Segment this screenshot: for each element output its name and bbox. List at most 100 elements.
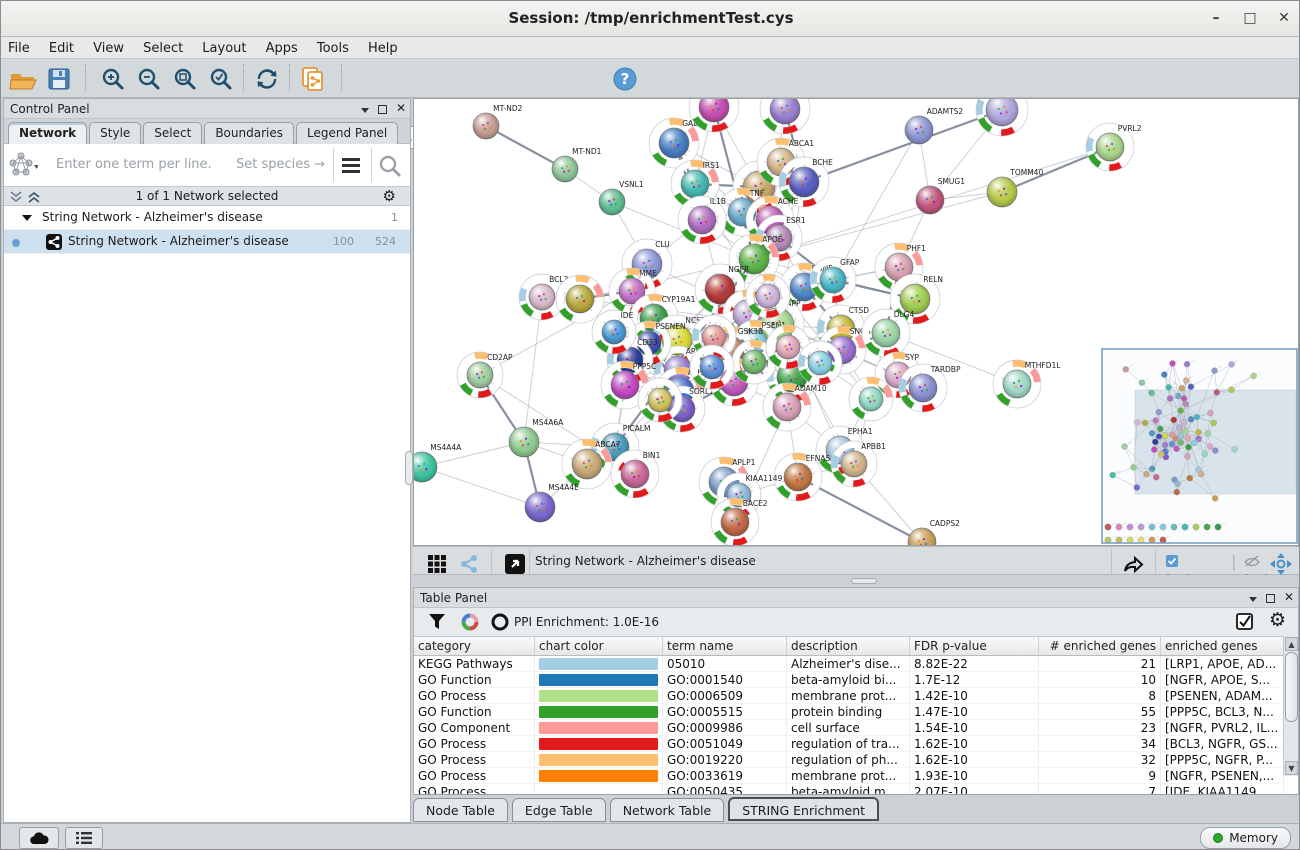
column-header-2[interactable]: term name bbox=[663, 637, 787, 655]
collection-row[interactable]: String Network - Alzheimer's disease 1 bbox=[4, 206, 410, 230]
close-button[interactable]: ✕ bbox=[1271, 7, 1297, 29]
network-node[interactable]: TOMM40 bbox=[987, 168, 1043, 207]
network-node[interactable] bbox=[746, 274, 790, 318]
network-node[interactable]: IDE bbox=[592, 310, 636, 354]
tab-boundaries[interactable]: Boundaries bbox=[204, 122, 294, 144]
close-panel-icon[interactable]: ✕ bbox=[1284, 590, 1294, 604]
zoom-fit-button[interactable] bbox=[169, 63, 201, 94]
network-node[interactable]: CADPS2 bbox=[908, 519, 960, 545]
scrollbar-thumb[interactable] bbox=[1285, 652, 1298, 722]
menu-help[interactable]: Help bbox=[361, 38, 405, 56]
save-session-button[interactable] bbox=[43, 63, 75, 94]
tab-network[interactable]: Network bbox=[8, 122, 87, 144]
network-node[interactable]: ADAMTS2 bbox=[905, 107, 963, 144]
string-search-bar[interactable]: Enter one term per line. Set species → bbox=[4, 144, 410, 187]
network-canvas[interactable]: MT-ND2MT-ND1VSNL1GAB2ADAMTS2SMUG1TOMM40P… bbox=[413, 98, 1299, 546]
help-button[interactable]: ? bbox=[609, 63, 641, 94]
draw-charts-icon[interactable] bbox=[460, 612, 480, 632]
string-search-icon[interactable] bbox=[378, 154, 402, 178]
network-node[interactable]: MS4A6A bbox=[509, 418, 564, 457]
network-from-clipboard-button[interactable] bbox=[297, 63, 329, 94]
network-panel-gear-icon[interactable]: ⚙ bbox=[383, 187, 396, 205]
menu-edit[interactable]: Edit bbox=[42, 38, 81, 56]
tab-legend-panel[interactable]: Legend Panel bbox=[296, 122, 398, 144]
column-header-4[interactable]: FDR p-value bbox=[910, 637, 1039, 655]
open-session-button[interactable] bbox=[7, 63, 39, 94]
menu-file[interactable]: File bbox=[1, 38, 37, 56]
network-node[interactable]: GFAP bbox=[810, 257, 860, 303]
tab-style[interactable]: Style bbox=[89, 122, 141, 144]
task-history-button[interactable] bbox=[65, 827, 103, 849]
network-node[interactable] bbox=[798, 341, 842, 385]
panel-menu-icon[interactable] bbox=[361, 108, 369, 113]
network-node[interactable] bbox=[760, 99, 810, 134]
network-node[interactable] bbox=[849, 377, 893, 421]
apply-layout-button[interactable] bbox=[251, 63, 283, 94]
tab-select[interactable]: Select bbox=[143, 122, 202, 144]
scroll-down-icon[interactable]: ▼ bbox=[1285, 761, 1298, 775]
panel-menu-icon[interactable] bbox=[1249, 597, 1257, 602]
menu-layout[interactable]: Layout bbox=[195, 38, 253, 56]
float-panel-icon[interactable] bbox=[378, 105, 387, 114]
float-panel-icon[interactable] bbox=[1266, 594, 1275, 603]
column-header-5[interactable]: # enriched genes bbox=[1039, 637, 1161, 655]
enrichment-row[interactable]: GO ProcessGO:0051049regulation of tra...… bbox=[414, 736, 1298, 752]
column-header-6[interactable]: enriched genes bbox=[1161, 637, 1284, 655]
maximize-button[interactable]: □ bbox=[1237, 7, 1263, 29]
zoom-out-button[interactable] bbox=[133, 63, 165, 94]
column-header-3[interactable]: description bbox=[787, 637, 910, 655]
network-node[interactable]: BACE2 bbox=[711, 498, 768, 545]
menu-apps[interactable]: Apps bbox=[259, 38, 305, 56]
network-node[interactable]: ADAM10 bbox=[763, 383, 827, 431]
filter-icon[interactable] bbox=[428, 613, 446, 631]
column-header-1[interactable]: chart color bbox=[535, 637, 663, 655]
menu-tools[interactable]: Tools bbox=[310, 38, 356, 56]
select-terms-icon[interactable] bbox=[1236, 613, 1254, 631]
panel-splitter-grip[interactable] bbox=[405, 451, 413, 485]
string-query-placeholder[interactable]: Enter one term per line. bbox=[56, 157, 212, 172]
table-scrollbar[interactable]: ▲ ▼ bbox=[1283, 636, 1298, 776]
tab-network-table[interactable]: Network Table bbox=[610, 798, 725, 822]
tab-string-enrichment[interactable]: STRING Enrichment bbox=[728, 797, 879, 821]
network-node[interactable]: MS4A4A bbox=[414, 443, 462, 482]
network-node[interactable]: VSNL1 bbox=[599, 180, 644, 215]
enrichment-row[interactable]: GO FunctionGO:0001540beta-amyloid bi...1… bbox=[414, 672, 1298, 688]
collapse-arrow-icon[interactable] bbox=[22, 215, 32, 221]
enrichment-row[interactable]: GO ProcessGO:0050435beta-amyloid m...2.0… bbox=[414, 784, 1298, 795]
remove-charts-icon[interactable] bbox=[490, 612, 510, 632]
tab-edge-table[interactable]: Edge Table bbox=[512, 798, 606, 822]
network-node[interactable]: MT-ND2 bbox=[473, 104, 523, 139]
network-node[interactable] bbox=[976, 99, 1028, 136]
enrichment-row[interactable]: GO ComponentGO:0009986cell surface1.54E-… bbox=[414, 720, 1298, 736]
enrichment-row[interactable]: GO ProcessGO:0019220regulation of ph...1… bbox=[414, 752, 1298, 768]
network-node[interactable]: MTHFD1L bbox=[993, 360, 1061, 408]
enrichment-settings-gear-icon[interactable]: ⚙ bbox=[1269, 609, 1286, 631]
column-header-0[interactable]: category bbox=[414, 637, 535, 655]
network-node[interactable] bbox=[690, 345, 734, 389]
table-header-row[interactable]: categorychart colorterm namedescriptionF… bbox=[414, 636, 1298, 656]
menu-select[interactable]: Select bbox=[136, 38, 190, 56]
enrichment-row[interactable]: GO ProcessGO:0006509membrane prot...1.42… bbox=[414, 688, 1298, 704]
menu-view[interactable]: View bbox=[86, 38, 131, 56]
network-node[interactable]: MS4A4E bbox=[525, 483, 579, 522]
string-logo-icon[interactable] bbox=[8, 151, 38, 181]
jobs-button[interactable] bbox=[19, 827, 59, 849]
enrichment-row[interactable]: KEGG Pathways05010Alzheimer's dise...8.8… bbox=[414, 656, 1298, 672]
string-species-placeholder[interactable]: Set species → bbox=[236, 157, 325, 172]
network-graph[interactable]: MT-ND2MT-ND1VSNL1GAB2ADAMTS2SMUG1TOMM40P… bbox=[414, 99, 1298, 545]
splitter-grip[interactable] bbox=[851, 578, 877, 584]
birdseye-panel[interactable] bbox=[1102, 349, 1297, 543]
enrichment-row[interactable]: GO ProcessGO:0033619membrane prot...1.93… bbox=[414, 768, 1298, 784]
enrichment-row[interactable]: GO FunctionGO:0005515protein binding1.47… bbox=[414, 704, 1298, 720]
network-node[interactable]: SMUG1 bbox=[916, 177, 965, 214]
scroll-up-icon[interactable]: ▲ bbox=[1285, 637, 1298, 651]
network-node[interactable]: EFNA5 bbox=[774, 453, 830, 501]
network-row-selected[interactable]: String Network - Alzheimer's disease 100… bbox=[4, 230, 410, 254]
close-panel-icon[interactable]: ✕ bbox=[396, 101, 406, 115]
options-menu-icon[interactable] bbox=[340, 156, 362, 176]
horizontal-splitter[interactable] bbox=[413, 575, 1299, 587]
minimize-button[interactable]: – bbox=[1203, 7, 1229, 29]
tab-node-table[interactable]: Node Table bbox=[413, 798, 508, 822]
network-node[interactable] bbox=[638, 378, 682, 422]
zoom-in-button[interactable] bbox=[97, 63, 129, 94]
